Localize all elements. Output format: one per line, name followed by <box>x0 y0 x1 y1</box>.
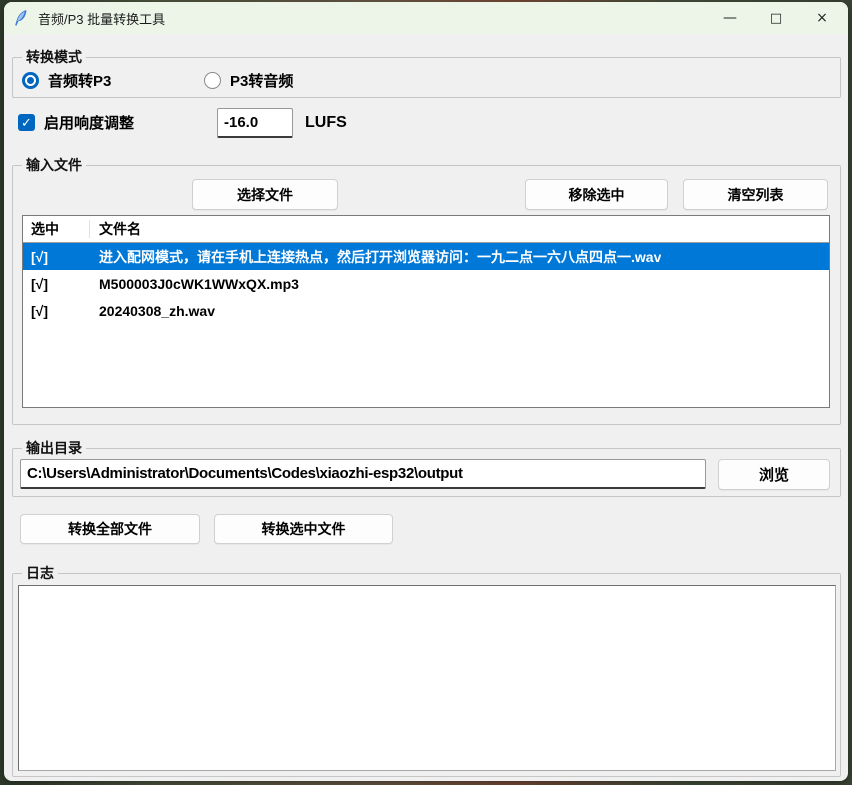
loudness-checkbox-label[interactable]: 启用响度调整 <box>44 112 134 133</box>
row-check-mark[interactable]: [√] <box>23 249 91 265</box>
radio-button-icon[interactable] <box>204 72 221 89</box>
radio-label[interactable]: P3转音频 <box>230 70 293 91</box>
log-group-label: 日志 <box>22 564 58 582</box>
file-table-body: [√]进入配网模式，请在手机上连接热点，然后打开浏览器访问：一九二点一六八点四点… <box>23 243 829 324</box>
output-dir-group-label: 输出目录 <box>22 439 86 457</box>
tk-feather-icon <box>13 9 29 27</box>
remove-selected-button[interactable]: 移除选中 <box>525 179 668 210</box>
row-filename[interactable]: M500003J0cWK1WWxQX.mp3 <box>91 276 299 292</box>
row-filename[interactable]: 20240308_zh.wav <box>91 303 215 319</box>
window-title: 音频/P3 批量转换工具 <box>38 9 165 28</box>
log-textarea[interactable] <box>18 585 836 771</box>
lufs-value-input[interactable]: -16.0 <box>217 108 293 138</box>
column-separator <box>89 220 90 238</box>
row-check-mark[interactable]: [√] <box>23 303 91 319</box>
window-controls: — □ × <box>707 2 845 34</box>
loudness-checkbox-row[interactable]: ✓ 启用响度调整 <box>18 112 134 133</box>
file-table-header[interactable]: 选中 文件名 <box>23 216 829 243</box>
convert-all-button[interactable]: 转换全部文件 <box>20 514 200 544</box>
radio-button-icon[interactable] <box>22 72 39 89</box>
title-bar: 音频/P3 批量转换工具 — □ × <box>4 2 848 34</box>
close-button[interactable]: × <box>799 2 845 34</box>
row-check-mark[interactable]: [√] <box>23 276 91 292</box>
radio-label[interactable]: 音频转P3 <box>48 70 111 91</box>
table-row[interactable]: [√]进入配网模式，请在手机上连接热点，然后打开浏览器访问：一九二点一六八点四点… <box>23 243 829 270</box>
maximize-button[interactable]: □ <box>753 2 799 34</box>
header-checked-column[interactable]: 选中 <box>23 219 91 239</box>
file-table[interactable]: 选中 文件名 [√]进入配网模式，请在手机上连接热点，然后打开浏览器访问：一九二… <box>22 215 830 408</box>
mode-groupbox: 转换模式 <box>12 57 841 98</box>
radio-p3-to-audio[interactable]: P3转音频 <box>204 70 293 91</box>
table-row[interactable]: [√]20240308_zh.wav <box>23 297 829 324</box>
clear-list-button[interactable]: 清空列表 <box>683 179 828 210</box>
output-path-input[interactable]: C:\Users\Administrator\Documents\Codes\x… <box>20 459 706 489</box>
row-filename[interactable]: 进入配网模式，请在手机上连接热点，然后打开浏览器访问：一九二点一六八点四点一.w… <box>91 247 661 267</box>
loudness-checkbox[interactable]: ✓ <box>18 114 35 131</box>
convert-selected-button[interactable]: 转换选中文件 <box>214 514 393 544</box>
mode-group-label: 转换模式 <box>22 48 86 66</box>
input-files-group-label: 输入文件 <box>22 156 86 174</box>
radio-audio-to-p3[interactable]: 音频转P3 <box>22 70 111 91</box>
table-row[interactable]: [√]M500003J0cWK1WWxQX.mp3 <box>23 270 829 297</box>
header-filename-column[interactable]: 文件名 <box>91 219 141 239</box>
select-files-button[interactable]: 选择文件 <box>192 179 338 210</box>
lufs-unit-label: LUFS <box>305 114 347 132</box>
app-window: 音频/P3 批量转换工具 — □ × 转换模式 音频转P3 P3转音频 ✓ 启用… <box>4 2 848 781</box>
minimize-button[interactable]: — <box>707 2 753 34</box>
browse-button[interactable]: 浏览 <box>718 459 830 490</box>
